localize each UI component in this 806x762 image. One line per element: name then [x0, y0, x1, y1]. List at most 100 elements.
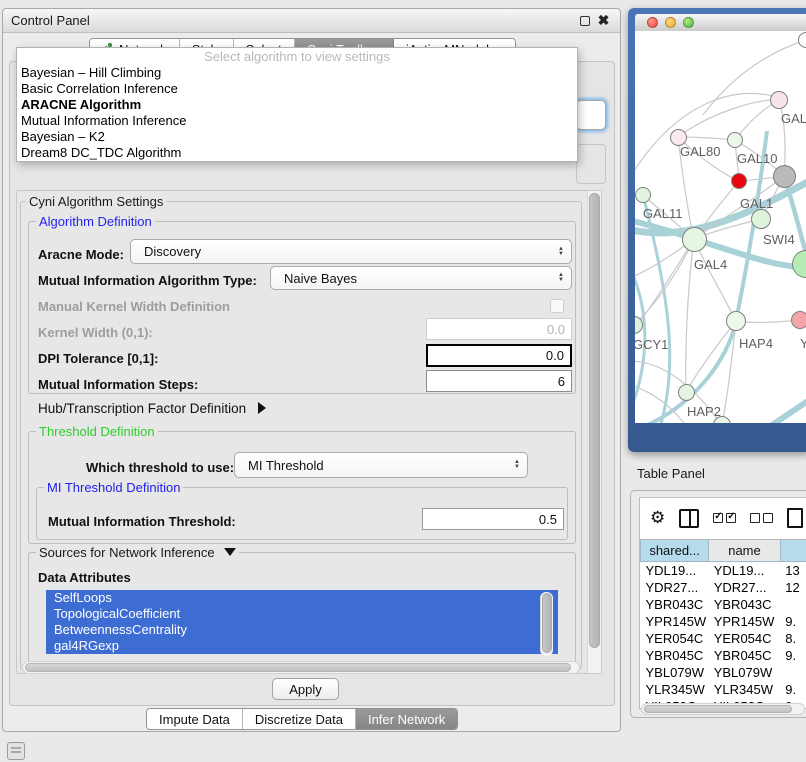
network-edge[interactable]: [678, 100, 779, 137]
network-node[interactable]: [770, 91, 788, 109]
table-cell[interactable]: YBR045C: [641, 647, 709, 664]
table-row[interactable]: YBL079WYBL079W: [641, 664, 806, 681]
table-row[interactable]: YBR043CYBR043C: [641, 596, 806, 613]
attribute-list-item[interactable]: gal4RGexp: [46, 638, 558, 654]
network-node[interactable]: [635, 187, 651, 203]
window-zoom-button[interactable]: [683, 17, 694, 28]
network-node[interactable]: [670, 129, 687, 146]
close-panel-icon[interactable]: ✖: [597, 14, 610, 27]
network-node[interactable]: [726, 311, 746, 331]
table-row[interactable]: YDL19...YDL19...13: [641, 562, 806, 579]
table-cell[interactable]: YER054C: [641, 630, 709, 647]
attribute-list-item[interactable]: BetweennessCentrality: [46, 622, 558, 638]
tab-infer-network[interactable]: Infer Network: [356, 709, 457, 729]
kernel-width-field[interactable]: 0.0: [426, 318, 572, 340]
column-header-shared...[interactable]: shared...: [641, 540, 709, 562]
table-cell[interactable]: YER054C: [709, 630, 781, 647]
aracne-mode-combobox[interactable]: Discovery ▲▼: [130, 239, 572, 264]
table-cell[interactable]: YLR345W: [641, 681, 709, 698]
gear-icon[interactable]: ⚙: [650, 508, 665, 528]
table-horizontal-scrollbar-thumb[interactable]: [644, 705, 792, 713]
table-cell[interactable]: 9.: [780, 681, 806, 698]
attributes-list-scrollbar[interactable]: [540, 592, 553, 656]
algorithm-menu-item[interactable]: ARACNE Algorithm: [17, 97, 577, 113]
hub-section-toggle[interactable]: Hub/Transcription Factor Definition: [38, 401, 266, 416]
network-edge-strong[interactable]: [635, 131, 767, 423]
network-edge[interactable]: [686, 239, 694, 392]
manual-kernel-checkbox[interactable]: [550, 299, 564, 313]
algorithm-menu-item[interactable]: Basic Correlation Inference: [17, 81, 577, 97]
network-node[interactable]: [791, 311, 806, 329]
network-edge[interactable]: [703, 40, 806, 115]
table-cell[interactable]: 13: [780, 562, 806, 579]
table-cell[interactable]: YDL19...: [709, 562, 781, 579]
network-node[interactable]: [731, 173, 747, 189]
new-table-icon[interactable]: [787, 508, 803, 528]
settings-horizontal-scrollbar[interactable]: [22, 661, 580, 674]
table-cell[interactable]: YPR145W: [709, 613, 781, 630]
network-edge[interactable]: [635, 93, 779, 179]
table-cell[interactable]: YBR045C: [709, 647, 781, 664]
mi-threshold-field[interactable]: 0.5: [422, 508, 564, 530]
table-row[interactable]: YPR145WYPR145W9.: [641, 613, 806, 630]
network-view-window[interactable]: GALGAL80GAL10GAL1GAL11SWI4GAL4GCY1HAP4YH…: [628, 8, 806, 452]
table-cell[interactable]: YBL079W: [709, 664, 781, 681]
collapse-down-icon[interactable]: [224, 548, 236, 556]
table-cell[interactable]: 9.: [780, 647, 806, 664]
table-row[interactable]: YBR045CYBR045C9.: [641, 647, 806, 664]
table-cell[interactable]: YDL19...: [641, 562, 709, 579]
table-cell[interactable]: YBR043C: [641, 596, 709, 613]
settings-horizontal-scrollbar-thumb[interactable]: [25, 663, 571, 672]
network-edge-strong[interactable]: [763, 393, 806, 423]
algorithm-menu-item[interactable]: Bayesian – Hill Climbing: [17, 65, 577, 81]
data-attributes-list[interactable]: SelfLoopsTopologicalCoefficientBetweenne…: [46, 590, 558, 658]
settings-vertical-scrollbar-thumb[interactable]: [589, 193, 600, 648]
table-cell[interactable]: YPR145W: [641, 613, 709, 630]
table-cell[interactable]: YLR345W: [709, 681, 781, 698]
which-threshold-combobox[interactable]: MI Threshold ▲▼: [234, 452, 528, 478]
network-node[interactable]: [751, 209, 771, 229]
mi-type-combobox[interactable]: Naive Bayes ▲▼: [270, 266, 572, 290]
table-row[interactable]: YLR345WYLR345W9.: [641, 681, 806, 698]
window-close-button[interactable]: [647, 17, 658, 28]
table-cell[interactable]: YBR043C: [709, 596, 781, 613]
expand-right-icon[interactable]: [258, 402, 266, 414]
table-row[interactable]: YER054CYER054C8.: [641, 630, 806, 647]
mi-steps-field[interactable]: 6: [426, 370, 572, 392]
network-window-titlebar[interactable]: [635, 14, 806, 31]
table-cell[interactable]: 9.: [780, 613, 806, 630]
column-header-name[interactable]: name: [709, 540, 781, 562]
column-header-cut[interactable]: [780, 540, 806, 562]
table-cell[interactable]: YBL079W: [641, 664, 709, 681]
algorithm-menu-item[interactable]: Mutual Information Inference: [17, 113, 577, 129]
dpi-tolerance-field[interactable]: 0.0: [426, 344, 572, 367]
window-minimize-button[interactable]: [665, 17, 676, 28]
network-node[interactable]: [682, 227, 707, 252]
network-node[interactable]: [727, 132, 743, 148]
control-panel-titlebar[interactable]: Control Panel ✖: [3, 9, 620, 33]
deselect-all-columns-icon[interactable]: [750, 513, 773, 523]
tab-impute-data[interactable]: Impute Data: [147, 709, 243, 729]
minimized-panel-icon[interactable]: [7, 742, 25, 760]
apply-button[interactable]: Apply: [272, 678, 339, 700]
split-columns-icon[interactable]: [679, 509, 699, 528]
table-cell[interactable]: [780, 596, 806, 613]
table-cell[interactable]: [780, 664, 806, 681]
tab-discretize-data[interactable]: Discretize Data: [243, 709, 356, 729]
table-cell[interactable]: YDR27...: [641, 579, 709, 596]
network-canvas[interactable]: GALGAL80GAL10GAL1GAL11SWI4GAL4GCY1HAP4YH…: [635, 31, 806, 423]
network-node[interactable]: [678, 384, 695, 401]
settings-vertical-scrollbar[interactable]: [587, 191, 601, 673]
table-row[interactable]: YDR27...YDR27...12: [641, 579, 806, 596]
algorithm-menu-item[interactable]: Dream8 DC_TDC Algorithm: [17, 145, 577, 161]
attribute-list-item[interactable]: SelfLoops: [46, 590, 558, 606]
table-cell[interactable]: 8.: [780, 630, 806, 647]
select-all-columns-icon[interactable]: [713, 513, 736, 523]
attribute-list-item[interactable]: TopologicalCoefficient: [46, 606, 558, 622]
table-cell[interactable]: 12: [780, 579, 806, 596]
node-attribute-table[interactable]: shared...nameYDL19...YDL19...13YDR27...Y…: [640, 539, 806, 715]
attributes-list-scrollbar-thumb[interactable]: [542, 593, 552, 653]
float-panel-icon[interactable]: [580, 16, 590, 26]
table-cell[interactable]: YDR27...: [709, 579, 781, 596]
algorithm-menu-item[interactable]: Bayesian – K2: [17, 129, 577, 145]
